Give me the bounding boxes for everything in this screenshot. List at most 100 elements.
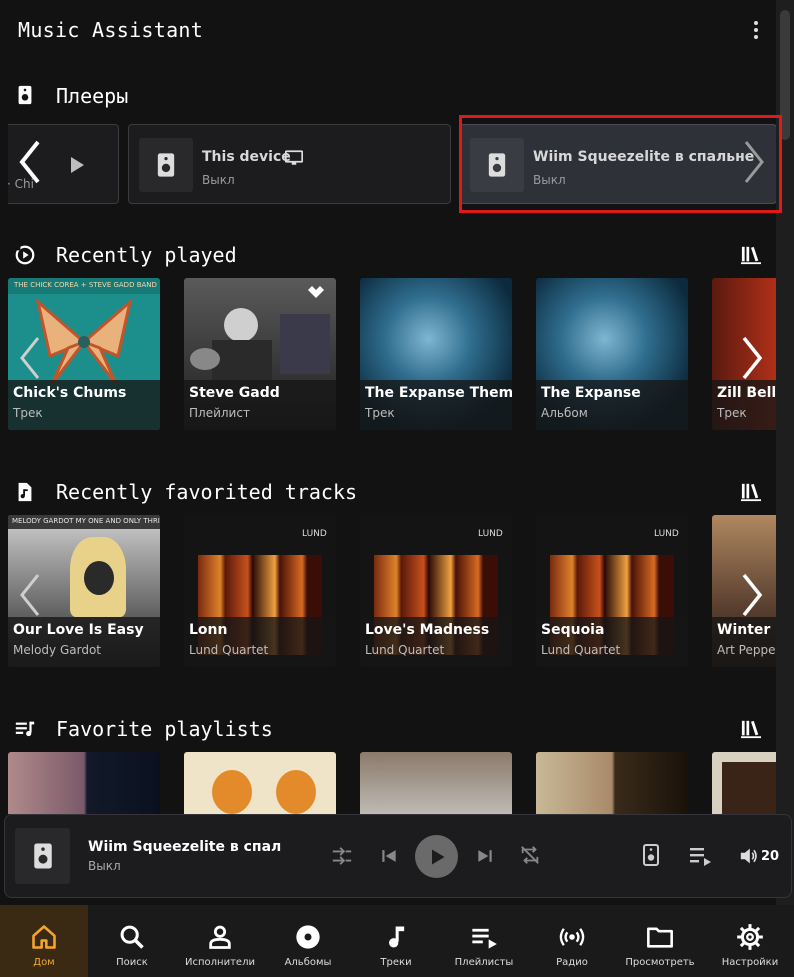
cover-text: LUND xyxy=(478,529,503,539)
card-subtitle: Melody Gardot xyxy=(13,643,101,657)
queue-icon[interactable] xyxy=(689,845,713,867)
card-title: Steve Gadd xyxy=(189,385,280,401)
speaker-icon xyxy=(15,828,70,884)
card-title: Winter Mo xyxy=(717,622,776,638)
chevron-left-icon[interactable] xyxy=(14,571,46,619)
tidal-icon xyxy=(308,286,324,298)
playlist-card[interactable] xyxy=(712,752,776,814)
playlist-card[interactable] xyxy=(536,752,688,814)
app-window: Music Assistant Плееры · Chi This device… xyxy=(0,0,794,977)
favorite-playlists-carousel xyxy=(8,752,776,814)
chevron-right-icon[interactable] xyxy=(738,138,770,186)
chevron-right-icon[interactable] xyxy=(736,334,768,382)
player-card-wiim[interactable]: Wiim Squeezelite в спальне Выкл xyxy=(459,124,776,204)
card-subtitle: Lund Quartet xyxy=(189,643,269,657)
cover-text: MELODY GARDOT MY ONE AND ONLY THRILL xyxy=(12,517,160,525)
playlist-art xyxy=(8,752,160,814)
player-name: Wiim Squeezelite в спальне xyxy=(533,149,755,165)
scrollbar[interactable] xyxy=(776,0,794,905)
play-icon xyxy=(431,849,444,864)
playlist-art xyxy=(360,752,512,814)
card-subtitle: Art Pepper xyxy=(717,643,776,657)
top-bar: Music Assistant xyxy=(0,0,776,62)
radio-icon xyxy=(559,928,585,946)
playlist-art xyxy=(184,752,336,814)
volume-icon[interactable] xyxy=(739,847,759,865)
playlist-card[interactable] xyxy=(184,752,336,814)
chevron-left-icon[interactable] xyxy=(14,334,46,382)
chevron-left-icon[interactable] xyxy=(14,138,46,186)
playlist-art xyxy=(712,752,776,814)
player-state: Выкл xyxy=(533,173,566,187)
library-icon[interactable] xyxy=(740,245,762,265)
now-playing-title: Wiim Squeezelite в спал xyxy=(88,839,282,855)
recently-favorited-carousel: MELODY GARDOT MY ONE AND ONLY THRILL Our… xyxy=(8,515,776,667)
scrollbar-thumb[interactable] xyxy=(780,10,790,140)
player-card-this-device[interactable]: This device Выкл xyxy=(128,124,451,204)
speaker-icon xyxy=(139,138,193,192)
nav-radio[interactable]: Радио xyxy=(528,905,616,977)
card-title: The Expanse xyxy=(541,385,641,401)
card-subtitle: Трек xyxy=(365,406,395,420)
nav-label: Дом xyxy=(33,957,55,968)
media-card[interactable]: LUND Lonn Lund Quartet xyxy=(184,515,336,667)
search-icon xyxy=(120,925,144,949)
play-icon[interactable] xyxy=(67,155,87,175)
playlist-music-icon xyxy=(15,721,35,737)
media-card[interactable]: The Expanse Альбом xyxy=(536,278,688,430)
nav-browse[interactable]: Просмотреть xyxy=(616,905,704,977)
previous-icon[interactable] xyxy=(379,846,399,866)
card-subtitle: Lund Quartet xyxy=(541,643,621,657)
speaker-icon xyxy=(470,138,524,192)
monitor-icon xyxy=(285,150,303,165)
card-subtitle: Плейлист xyxy=(189,406,250,420)
app-title: Music Assistant xyxy=(18,18,204,42)
card-title: Lonn xyxy=(189,622,228,638)
repeat-off-icon[interactable] xyxy=(519,844,541,866)
library-icon[interactable] xyxy=(740,482,762,502)
players-carousel: · Chi This device Выкл Wiim Squeezelite … xyxy=(8,122,776,206)
gear-icon xyxy=(737,924,763,950)
nav-playlists[interactable]: Плейлисты xyxy=(440,905,528,977)
more-menu-button[interactable] xyxy=(746,18,766,42)
section-title-recently-played: Recently played xyxy=(56,243,237,267)
media-card[interactable]: The Expanse Theme Трек xyxy=(360,278,512,430)
nav-label: Альбомы xyxy=(284,957,332,968)
nav-label: Настройки xyxy=(721,957,779,968)
nav-settings[interactable]: Настройки xyxy=(706,905,794,977)
playlist-card[interactable] xyxy=(360,752,512,814)
now-playing-subtitle: Выкл xyxy=(88,859,121,873)
media-card[interactable]: LUND Love's Madness Lund Quartet xyxy=(360,515,512,667)
section-title-players: Плееры xyxy=(56,84,129,108)
card-subtitle: Lund Quartet xyxy=(365,643,445,657)
nav-home[interactable]: Дом xyxy=(0,905,88,977)
card-subtitle: Трек xyxy=(717,406,747,420)
nav-artists[interactable]: Исполнители xyxy=(176,905,264,977)
player-state: Выкл xyxy=(202,173,235,187)
card-title: Zill Bell xyxy=(717,385,776,401)
speaker-icon xyxy=(18,85,32,105)
cover-text: THE CHICK COREA + STEVE GADD BAND xyxy=(14,281,157,289)
nav-albums[interactable]: Альбомы xyxy=(264,905,352,977)
next-icon[interactable] xyxy=(475,846,495,866)
playlist-card[interactable] xyxy=(8,752,160,814)
media-card[interactable]: LUND Sequoia Lund Quartet xyxy=(536,515,688,667)
nav-label: Радио xyxy=(556,957,588,968)
media-card[interactable]: Steve Gadd Плейлист xyxy=(184,278,336,430)
music-file-icon xyxy=(18,482,32,502)
nav-search[interactable]: Поиск xyxy=(88,905,176,977)
speaker-icon[interactable] xyxy=(639,843,663,867)
nav-label: Просмотреть xyxy=(625,957,695,968)
bottom-navigation: Дом Поиск Исполнители Альбомы Треки Плей… xyxy=(0,905,794,977)
nav-tracks[interactable]: Треки xyxy=(352,905,440,977)
cover-text: LUND xyxy=(302,529,327,539)
chevron-right-icon[interactable] xyxy=(736,571,768,619)
nav-label: Поиск xyxy=(116,957,148,968)
shuffle-icon[interactable] xyxy=(331,845,353,867)
mini-player[interactable]: Wiim Squeezelite в спал Выкл 20 xyxy=(4,814,792,898)
play-button[interactable] xyxy=(415,835,458,878)
card-subtitle: Трек xyxy=(13,406,43,420)
home-icon xyxy=(32,925,56,949)
library-icon[interactable] xyxy=(740,719,762,739)
card-title: Sequoia xyxy=(541,622,605,638)
